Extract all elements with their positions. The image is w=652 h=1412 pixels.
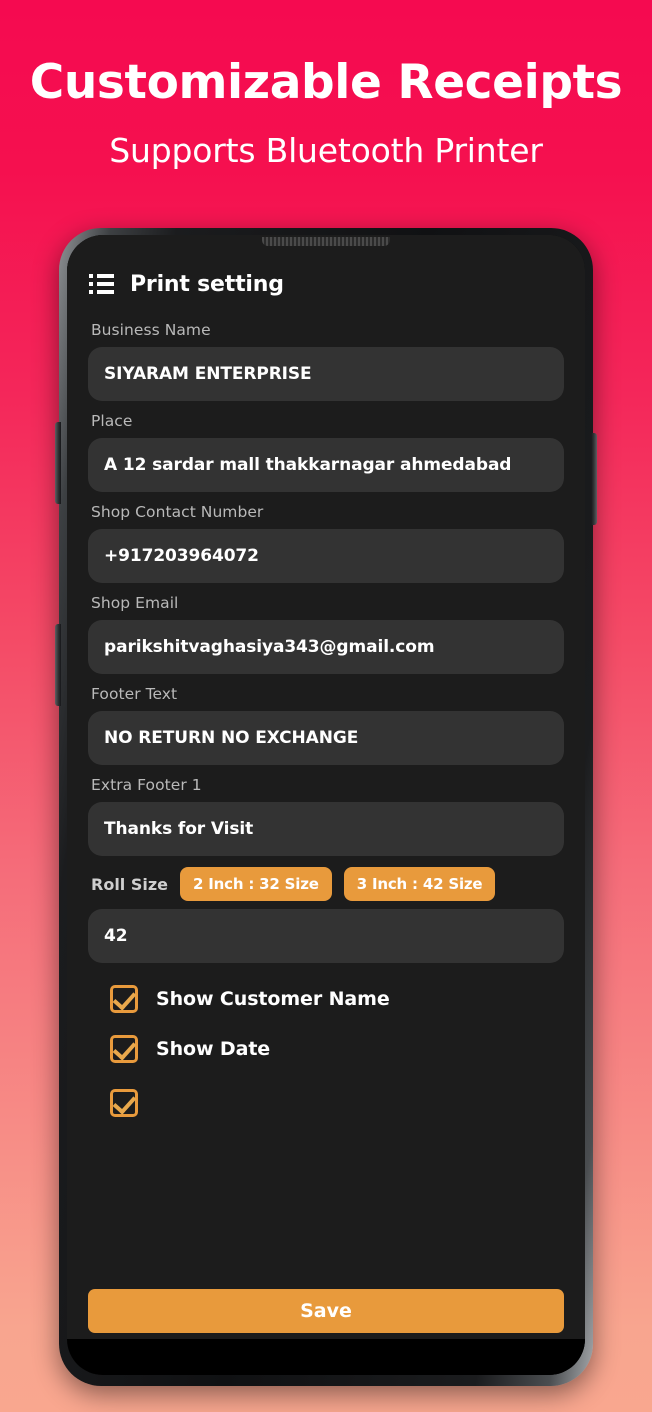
checkbox-checked-icon[interactable]	[110, 1089, 138, 1117]
list-bullet-icon[interactable]	[89, 274, 114, 294]
save-button-label: Save	[300, 1300, 352, 1322]
business-name-input[interactable]: SIYARAM ENTERPRISE	[88, 347, 564, 401]
field-label: Footer Text	[91, 685, 178, 703]
field-label: Shop Contact Number	[91, 503, 264, 521]
checkbox-row-show-date[interactable]: Show Date	[110, 1035, 564, 1063]
phone-screen: Print setting Business Name SIYARAM ENTE…	[67, 235, 585, 1375]
extra-footer-1-input[interactable]: Thanks for Visit	[88, 802, 564, 856]
volume-up-button[interactable]	[55, 422, 61, 504]
field-label: Place	[91, 412, 133, 430]
promo-subtitle: Supports Bluetooth Printer	[109, 130, 543, 170]
checkbox-row-show-customer-name[interactable]: Show Customer Name	[110, 985, 564, 1013]
navigation-bar	[67, 1339, 585, 1375]
field-label: Extra Footer 1	[91, 776, 202, 794]
field-roll-size-value: 42	[88, 909, 564, 963]
phone-mockup: Print setting Business Name SIYARAM ENTE…	[55, 228, 597, 1386]
shop-contact-number-input[interactable]: +917203964072	[88, 529, 564, 583]
earpiece-speaker-icon	[262, 237, 390, 246]
field-label: Business Name	[91, 321, 211, 339]
app-bar: Print setting	[67, 235, 585, 311]
settings-form: Business Name SIYARAM ENTERPRISE Place A…	[67, 311, 585, 1375]
field-place: Place A 12 sardar mall thakkarnagar ahme…	[88, 412, 564, 492]
footer-text-input[interactable]: NO RETURN NO EXCHANGE	[88, 711, 564, 765]
checkbox-checked-icon[interactable]	[110, 985, 138, 1013]
roll-size-option-2inch[interactable]: 2 Inch : 32 Size	[180, 867, 332, 901]
page-title: Print setting	[130, 271, 284, 297]
volume-down-button[interactable]	[55, 624, 61, 706]
field-shop-contact-number: Shop Contact Number +917203964072	[88, 503, 564, 583]
print-setting-screen: Print setting Business Name SIYARAM ENTE…	[67, 235, 585, 1375]
field-shop-email: Shop Email parikshitvaghasiya343@gmail.c…	[88, 594, 564, 674]
phone-bezel: Print setting Business Name SIYARAM ENTE…	[67, 235, 585, 1375]
shop-email-input[interactable]: parikshitvaghasiya343@gmail.com	[88, 620, 564, 674]
checkbox-checked-icon[interactable]	[110, 1035, 138, 1063]
roll-size-input[interactable]: 42	[88, 909, 564, 963]
promo-title: Customizable Receipts	[29, 55, 623, 110]
roll-size-row: Roll Size 2 Inch : 32 Size 3 Inch : 42 S…	[88, 867, 564, 901]
phone-frame: Print setting Business Name SIYARAM ENTE…	[55, 228, 597, 1386]
field-extra-footer-1: Extra Footer 1 Thanks for Visit	[88, 776, 564, 856]
roll-size-label: Roll Size	[91, 874, 169, 894]
place-input[interactable]: A 12 sardar mall thakkarnagar ahmedabad	[88, 438, 564, 492]
checkbox-label: Show Date	[156, 1038, 271, 1060]
save-button[interactable]: Save	[88, 1289, 564, 1333]
field-business-name: Business Name SIYARAM ENTERPRISE	[88, 321, 564, 401]
field-footer-text: Footer Text NO RETURN NO EXCHANGE	[88, 685, 564, 765]
power-button[interactable]	[591, 433, 597, 525]
checkbox-row-obscured[interactable]	[110, 1089, 564, 1117]
checkbox-label: Show Customer Name	[156, 988, 390, 1010]
field-label: Shop Email	[91, 594, 179, 612]
roll-size-option-3inch[interactable]: 3 Inch : 42 Size	[343, 867, 496, 901]
promo-banner: Customizable Receipts Supports Bluetooth…	[0, 0, 652, 225]
